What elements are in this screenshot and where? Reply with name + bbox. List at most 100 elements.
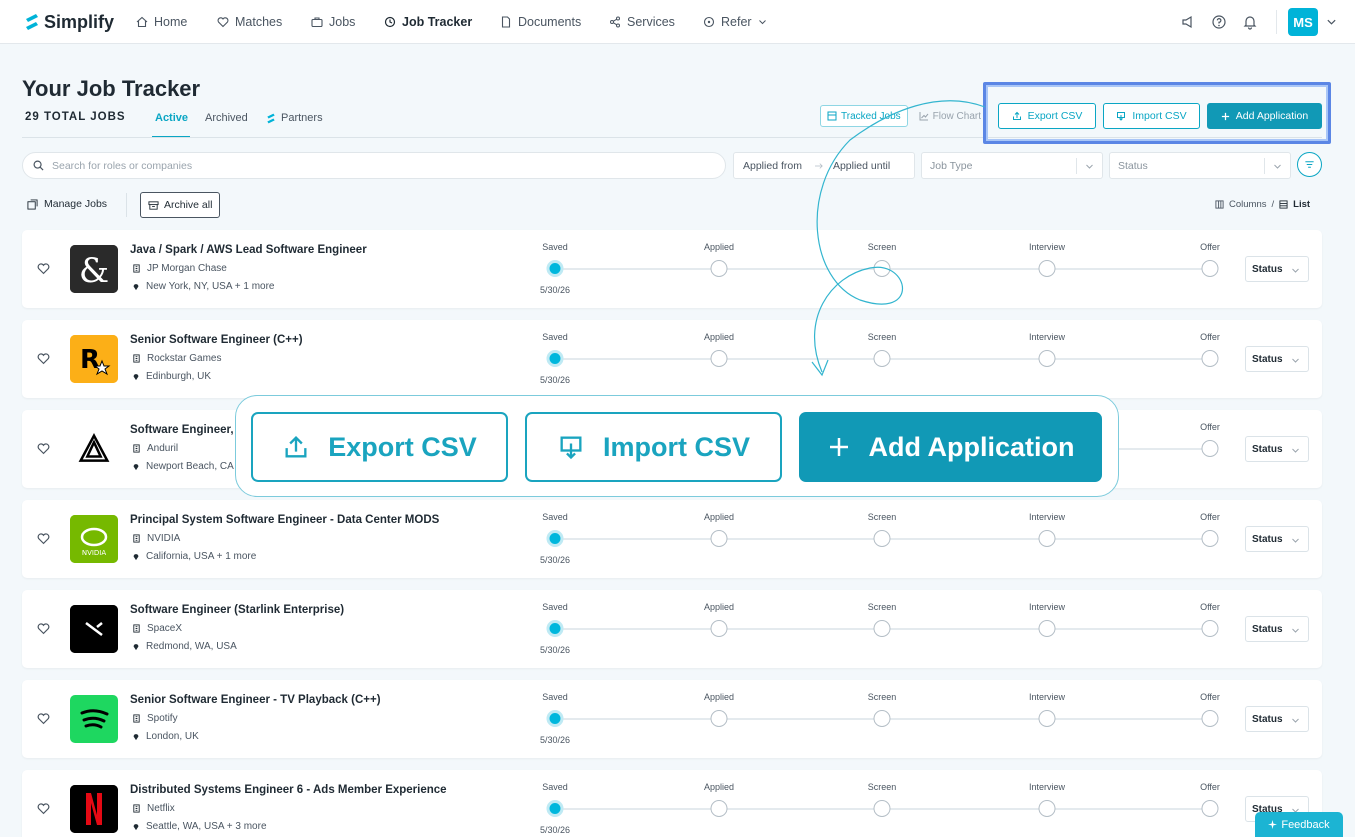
job-title[interactable]: Software Engineer, [130,424,234,436]
zoom-export-csv-button[interactable]: Export CSV [251,412,508,482]
stage-dot[interactable] [710,530,728,547]
stage-dot[interactable] [1201,350,1219,367]
stage-label: Applied [703,602,735,612]
tab-archived[interactable]: Archived [205,112,248,124]
nav-documents[interactable]: Documents [500,14,581,30]
status-dropdown[interactable]: Status [1245,616,1309,642]
stage-dot[interactable] [546,620,564,637]
job-location: London, UK [132,731,199,742]
job-card[interactable]: R Senior Software Engineer (C++) Rockstar … [22,320,1322,398]
stage-dot[interactable] [1038,710,1056,727]
stage-dot[interactable] [873,800,891,817]
stage-dot[interactable] [710,800,728,817]
stage-label: Interview [1028,242,1066,252]
heart-icon[interactable] [37,262,50,275]
filter-button[interactable] [1297,152,1322,177]
stage-label: Applied [703,332,735,342]
manage-jobs-button[interactable]: Manage Jobs [27,198,107,210]
stage-dot[interactable] [1038,620,1056,637]
stage-dot[interactable] [546,800,564,817]
job-card[interactable]: Software Engineer (Starlink Enterprise) S… [22,590,1322,668]
avatar[interactable]: MS [1288,8,1318,36]
building-icon [133,444,140,453]
date-range-picker[interactable]: Applied from Applied until [733,152,915,179]
stage-dot[interactable] [1038,350,1056,367]
stage-dot[interactable] [1201,260,1219,277]
stage-dot[interactable] [873,350,891,367]
brand-logo[interactable]: Simplify [24,11,114,33]
job-card[interactable]: Distributed Systems Engineer 6 - Ads Mem… [22,770,1322,837]
stage-dot[interactable] [546,530,564,547]
list-option[interactable]: List [1293,199,1310,210]
nav-services[interactable]: Services [609,14,675,30]
job-title[interactable]: Distributed Systems Engineer 6 - Ads Mem… [130,784,447,796]
applied-until-field[interactable]: Applied until [824,160,890,172]
nav-jobs[interactable]: Jobs [311,14,355,30]
tab-partners[interactable]: Partners [266,112,323,124]
tab-active[interactable]: Active [155,112,188,124]
nav-refer[interactable]: Refer [703,14,767,30]
applied-from-field[interactable]: Applied from [734,160,802,172]
heart-icon[interactable] [37,352,50,365]
stage-dot[interactable] [710,620,728,637]
stage-dot[interactable] [1201,620,1219,637]
stage-dot[interactable] [710,260,728,277]
heart-icon[interactable] [37,622,50,635]
flow-chart-toggle[interactable]: Flow Chart [912,105,988,127]
stage-dot[interactable] [1201,530,1219,547]
zoom-import-csv-button[interactable]: Import CSV [525,412,782,482]
building-icon [133,534,140,543]
dollar-circle-icon [703,16,715,28]
feedback-button[interactable]: Feedback [1255,812,1343,837]
chevron-down-icon [1292,628,1299,633]
job-type-select[interactable]: Job Type [921,152,1103,179]
stage-dot[interactable] [546,260,564,277]
status-dropdown[interactable]: Status [1245,706,1309,732]
heart-icon[interactable] [37,532,50,545]
chevron-down-icon[interactable] [1326,14,1337,30]
columns-option[interactable]: Columns [1229,199,1267,210]
tracked-jobs-toggle[interactable]: Tracked Jobs [820,105,908,127]
job-title[interactable]: Principal System Software Engineer - Dat… [130,514,439,526]
heart-icon[interactable] [37,442,50,455]
job-title[interactable]: Software Engineer (Starlink Enterprise) [130,604,344,616]
status-dropdown[interactable]: Status [1245,256,1309,282]
zoom-add-application-button[interactable]: Add Application [799,412,1102,482]
job-card[interactable]: NVIDIA Principal System Software Engineer… [22,500,1322,578]
stage-dot[interactable] [710,350,728,367]
archive-all-button[interactable]: Archive all [140,192,221,218]
stage-dot[interactable] [1201,440,1219,457]
stage-dot[interactable] [546,710,564,727]
job-card[interactable]: & Java / Spark / AWS Lead Software Engine… [22,230,1322,308]
stage-dot[interactable] [873,530,891,547]
stage-dot[interactable] [1038,800,1056,817]
nav-home[interactable]: Home [136,14,187,30]
stage-dot[interactable] [873,620,891,637]
job-title[interactable]: Senior Software Engineer (C++) [130,334,303,346]
status-select[interactable]: Status [1109,152,1291,179]
heart-icon[interactable] [37,712,50,725]
stage-dot[interactable] [710,710,728,727]
help-icon[interactable] [1211,14,1227,30]
nav-job-tracker[interactable]: Job Tracker [384,14,472,30]
search-input[interactable] [52,159,652,172]
stage-dot[interactable] [873,710,891,727]
stage-label: Screen [867,692,897,702]
status-dropdown[interactable]: Status [1245,436,1309,462]
bell-icon[interactable] [1242,14,1258,30]
chevron-down-icon [1264,158,1290,174]
nav-matches[interactable]: Matches [217,14,282,30]
status-dropdown[interactable]: Status [1245,346,1309,372]
job-card[interactable]: Senior Software Engineer - TV Playback (… [22,680,1322,758]
megaphone-icon[interactable] [1180,14,1196,30]
stage-dot[interactable] [1201,710,1219,727]
stage-dot[interactable] [546,350,564,367]
status-dropdown[interactable]: Status [1245,526,1309,552]
stage-dot[interactable] [873,260,891,277]
stage-dot[interactable] [1038,530,1056,547]
stage-dot[interactable] [1201,800,1219,817]
job-title[interactable]: Java / Spark / AWS Lead Software Enginee… [130,244,367,256]
stage-dot[interactable] [1038,260,1056,277]
job-title[interactable]: Senior Software Engineer - TV Playback (… [130,694,381,706]
heart-icon[interactable] [37,802,50,815]
